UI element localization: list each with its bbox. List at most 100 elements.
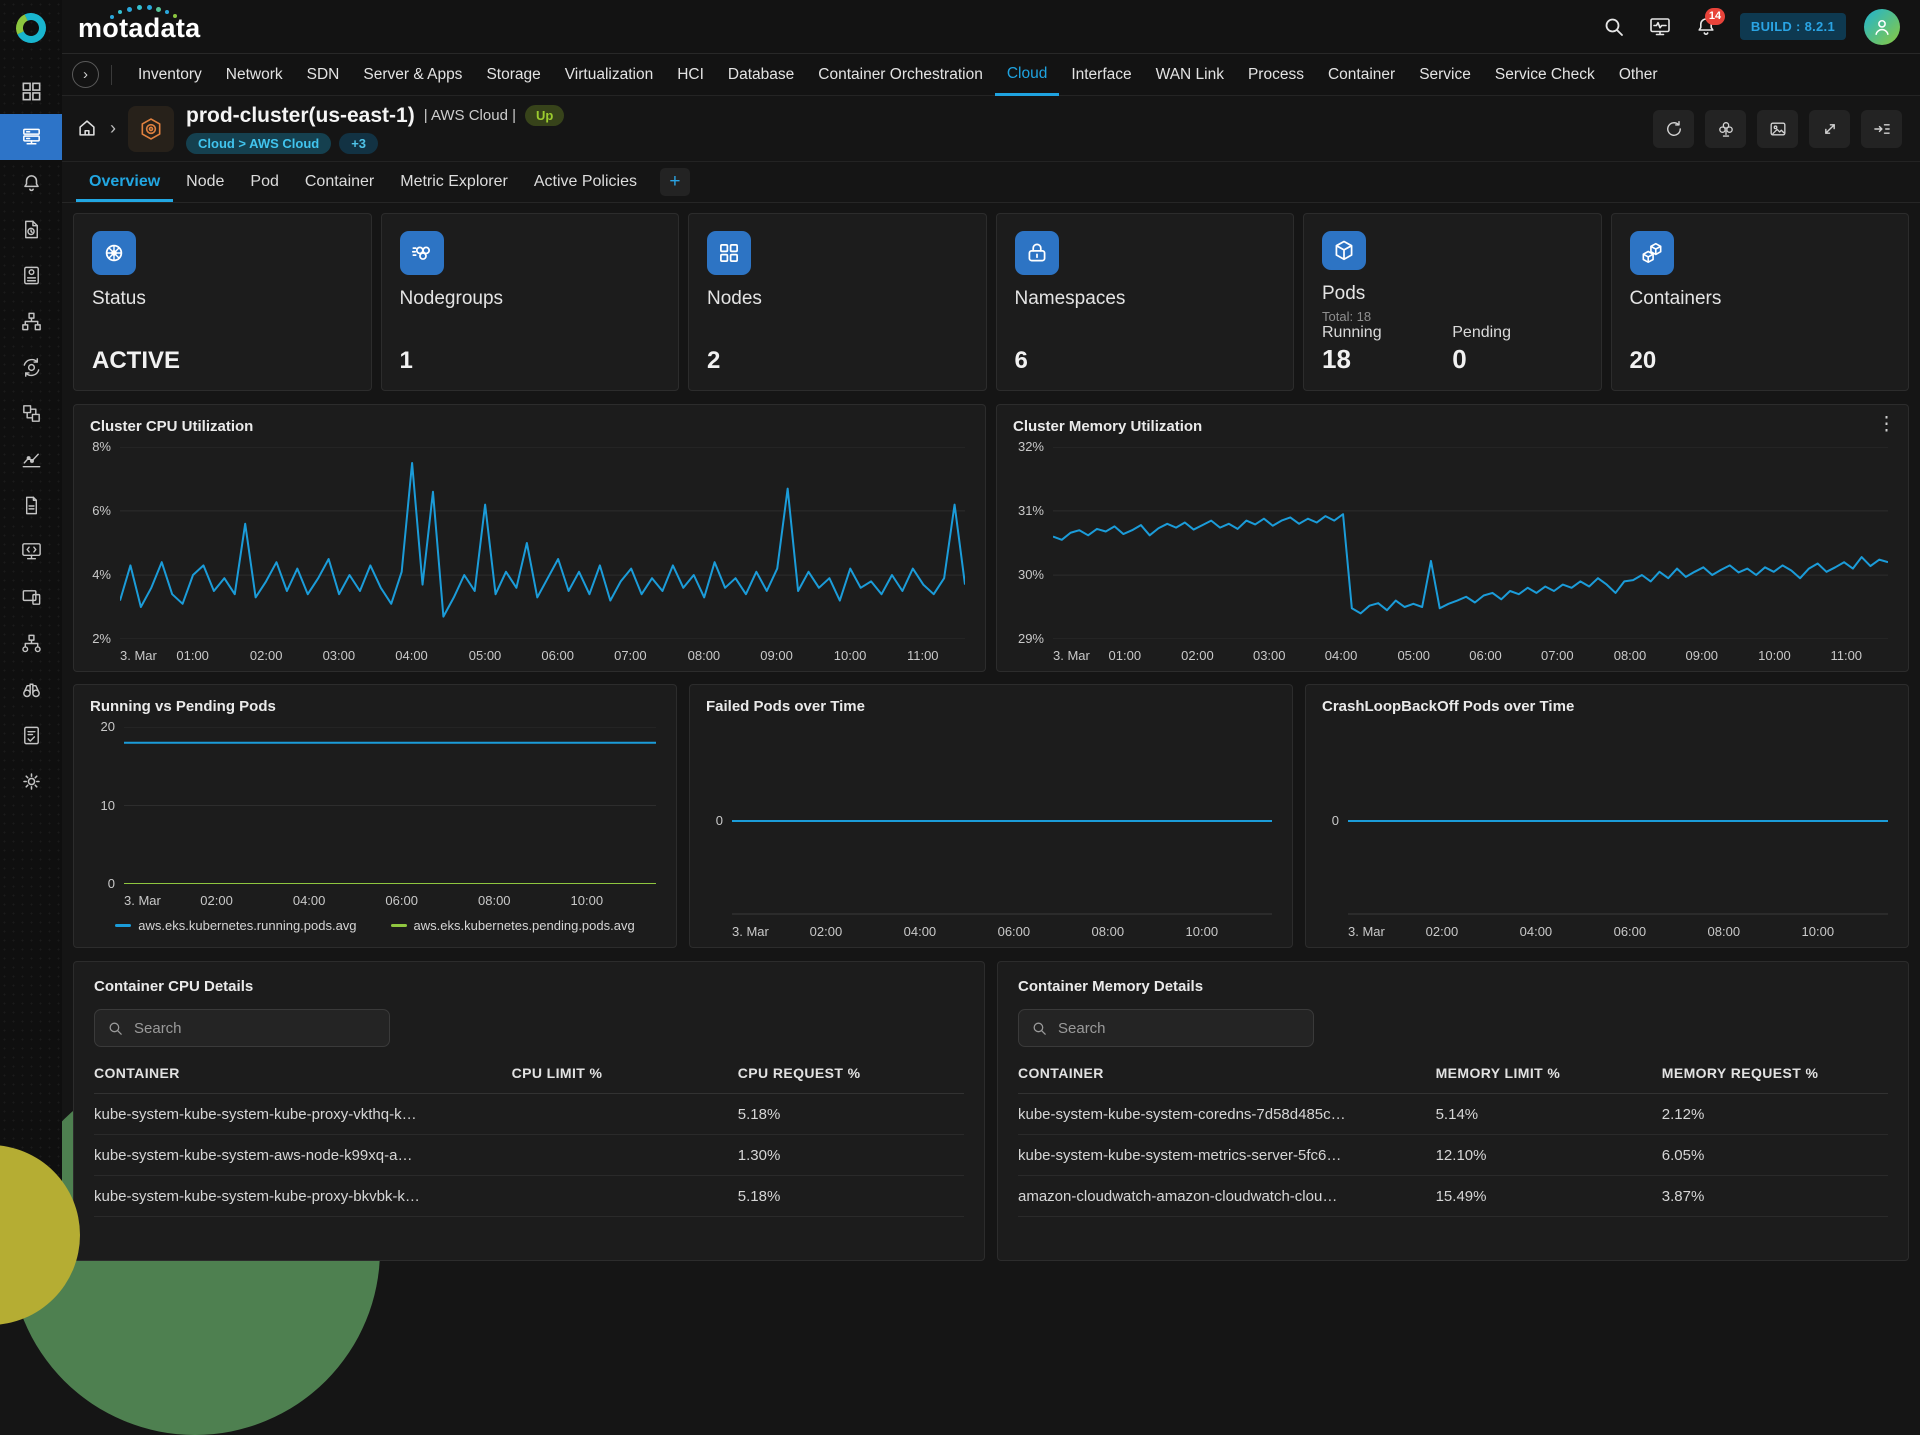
column-header[interactable]: CPU REQUEST % — [738, 1065, 964, 1081]
running-value: 18 — [1322, 344, 1452, 375]
stat-card-nodes[interactable]: Nodes 2 — [688, 213, 987, 391]
nav-item-network[interactable]: Network — [214, 54, 295, 96]
trend-icon — [20, 448, 43, 471]
cloud-path-chip[interactable]: Cloud > AWS Cloud — [186, 133, 331, 154]
fullscreen-button[interactable] — [1809, 110, 1850, 148]
global-search-button[interactable] — [1602, 15, 1626, 39]
nav-item-process[interactable]: Process — [1236, 54, 1316, 96]
table-row[interactable]: kube-system-kube-system-aws-node-k99xq-a… — [94, 1135, 964, 1176]
table-title: Container Memory Details — [1018, 978, 1888, 995]
tab-bar: OverviewNodePodContainerMetric ExplorerA… — [62, 162, 1920, 203]
tab-container[interactable]: Container — [292, 162, 387, 202]
nav-item-service[interactable]: Service — [1407, 54, 1483, 96]
boxes-icon — [20, 402, 43, 425]
monitor-console-button[interactable] — [1648, 15, 1672, 39]
sidebar-item-devices[interactable] — [0, 574, 62, 620]
nav-item-service-check[interactable]: Service Check — [1483, 54, 1607, 96]
chart-plot[interactable] — [1053, 447, 1888, 639]
nav-item-hci[interactable]: HCI — [665, 54, 716, 96]
y-axis: 20100 — [84, 727, 124, 884]
nav-items: InventoryNetworkSDNServer & AppsStorageV… — [126, 54, 1670, 96]
nav-item-cloud[interactable]: Cloud — [995, 54, 1060, 96]
column-header[interactable]: MEMORY REQUEST % — [1662, 1065, 1888, 1081]
tab-active-policies[interactable]: Active Policies — [521, 162, 650, 202]
collapse-panel-button[interactable] — [1861, 110, 1902, 148]
cpu-table-search[interactable] — [94, 1009, 390, 1047]
sidebar-item-integrations[interactable] — [0, 390, 62, 436]
app-logo-mark[interactable] — [0, 0, 62, 56]
chart-plot[interactable] — [1348, 727, 1888, 915]
sidebar-item-topology[interactable] — [0, 298, 62, 344]
stat-card-nodegroups[interactable]: Nodegroups 1 — [381, 213, 680, 391]
sidebar-item-settings[interactable] — [0, 758, 62, 804]
table-row[interactable]: kube-system-kube-system-metrics-server-5… — [1018, 1135, 1888, 1176]
sidebar-item-dashboard[interactable] — [0, 68, 62, 114]
sidebar-item-scheduler[interactable] — [0, 206, 62, 252]
sidebar-item-audit[interactable] — [0, 712, 62, 758]
column-header[interactable]: CONTAINER — [1018, 1065, 1436, 1081]
tab-metric-explorer[interactable]: Metric Explorer — [387, 162, 521, 202]
stat-card-containers[interactable]: Containers 20 — [1611, 213, 1910, 391]
user-avatar[interactable] — [1864, 9, 1900, 45]
sidebar-item-reports[interactable] — [0, 252, 62, 298]
table-row[interactable]: kube-system-kube-system-kube-proxy-bkvbk… — [94, 1176, 964, 1217]
stat-card-namespaces[interactable]: Namespaces 6 — [996, 213, 1295, 391]
nav-item-container[interactable]: Container — [1316, 54, 1407, 96]
sidebar-item-metrics[interactable] — [0, 436, 62, 482]
sidebar-item-automation[interactable] — [0, 344, 62, 390]
tab-node[interactable]: Node — [173, 162, 237, 202]
column-header[interactable]: CONTAINER — [94, 1065, 512, 1081]
nav-item-wan-link[interactable]: WAN Link — [1144, 54, 1236, 96]
nav-item-server-apps[interactable]: Server & Apps — [351, 54, 474, 96]
table-row[interactable]: kube-system-kube-system-coredns-7d58d485… — [1018, 1094, 1888, 1135]
nav-item-virtualization[interactable]: Virtualization — [553, 54, 665, 96]
notifications-button[interactable]: 14 — [1694, 15, 1718, 39]
stat-card-status[interactable]: Status ACTIVE — [73, 213, 372, 391]
chart-plot[interactable] — [732, 727, 1272, 915]
run-automation-button[interactable] — [1705, 110, 1746, 148]
table-row[interactable]: amazon-cloudwatch-amazon-cloudwatch-clou… — [1018, 1176, 1888, 1217]
home-button[interactable] — [76, 117, 100, 141]
snapshot-button[interactable] — [1757, 110, 1798, 148]
nav-item-sdn[interactable]: SDN — [295, 54, 352, 96]
sidebar-item-console[interactable] — [0, 528, 62, 574]
nav-item-database[interactable]: Database — [716, 54, 806, 96]
tab-pod[interactable]: Pod — [237, 162, 291, 202]
legend-item[interactable]: aws.eks.kubernetes.running.pods.avg — [115, 918, 356, 933]
nav-item-storage[interactable]: Storage — [474, 54, 552, 96]
refresh-button[interactable] — [1653, 110, 1694, 148]
table-row[interactable]: kube-system-kube-system-kube-proxy-vkthq… — [94, 1094, 964, 1135]
table-cell: kube-system-kube-system-kube-proxy-bkvbk… — [94, 1188, 512, 1205]
nav-item-other[interactable]: Other — [1607, 54, 1670, 96]
nav-item-inventory[interactable]: Inventory — [126, 54, 214, 96]
motadata-logo[interactable]: motadata — [78, 0, 200, 53]
more-tags-chip[interactable]: +3 — [339, 133, 378, 154]
kebab-menu-icon[interactable]: ⋮ — [1877, 415, 1896, 434]
column-header[interactable]: CPU LIMIT % — [512, 1065, 738, 1081]
chart-title: Cluster Memory Utilization — [997, 405, 1908, 441]
chart-plot[interactable] — [120, 447, 965, 639]
stat-label: Pods — [1322, 283, 1583, 305]
sidebar-item-monitoring[interactable] — [0, 114, 62, 160]
stat-card-pods[interactable]: Pods Total: 18 Running 18 Pending 0 — [1303, 213, 1602, 391]
tab-overview[interactable]: Overview — [76, 162, 173, 202]
sidebar-item-discovery[interactable] — [0, 666, 62, 712]
column-header[interactable]: MEMORY LIMIT % — [1436, 1065, 1662, 1081]
memory-table-search[interactable] — [1018, 1009, 1314, 1047]
nav-item-container-orchestration[interactable]: Container Orchestration — [806, 54, 995, 96]
stat-label: Containers — [1630, 288, 1891, 310]
sidebar-item-logs[interactable] — [0, 482, 62, 528]
x-axis: 3. Mar02:0004:0006:0008:0010:00 — [124, 884, 656, 910]
chart-plot[interactable] — [124, 727, 656, 884]
chart-title: Failed Pods over Time — [690, 685, 1292, 721]
nav-expand-button[interactable]: › — [72, 61, 99, 88]
monitor-code-icon — [20, 540, 43, 563]
sidebar-item-network[interactable] — [0, 620, 62, 666]
search-input[interactable] — [1058, 1020, 1301, 1037]
sidebar-item-alerts[interactable] — [0, 160, 62, 206]
add-tab-button[interactable]: + — [660, 168, 690, 196]
legend-item[interactable]: aws.eks.kubernetes.pending.pods.avg — [391, 918, 635, 933]
table-cell: 2.12% — [1662, 1106, 1888, 1123]
search-input[interactable] — [134, 1020, 377, 1037]
nav-item-interface[interactable]: Interface — [1059, 54, 1143, 96]
